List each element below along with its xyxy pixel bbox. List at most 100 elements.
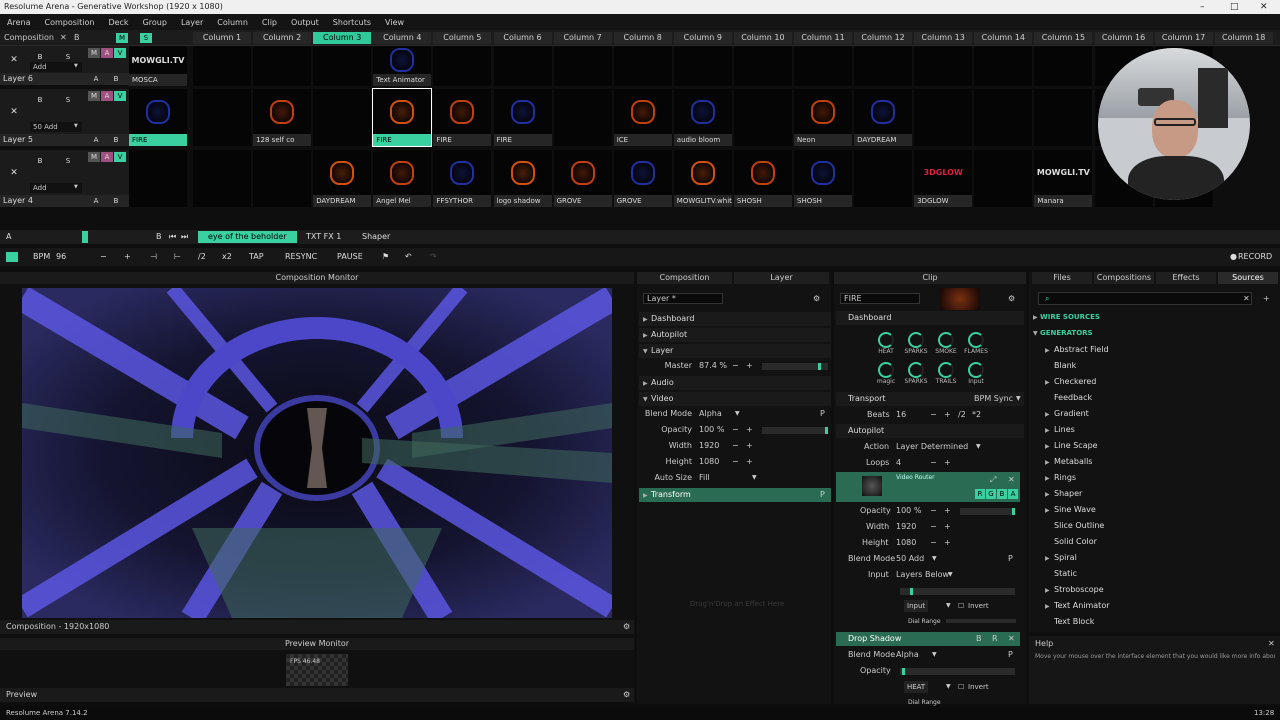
menu-composition[interactable]: Composition [37,18,101,27]
clip-slot[interactable]: FFSYTHOR [433,150,492,207]
beats-half-button[interactable]: /2 [958,409,966,421]
clip-slot[interactable]: SHOSH [794,150,852,207]
generators-header[interactable]: GENERATORS [1040,329,1093,337]
column-header-7[interactable]: Column 7 [553,32,612,44]
clip-slot[interactable] [733,46,792,86]
dashboard-knob-6[interactable] [908,362,924,378]
column-header-11[interactable]: Column 11 [794,32,852,44]
dashboard-knob-3[interactable] [938,332,954,348]
param-plus-button[interactable]: + [746,440,753,452]
help-close-icon[interactable]: ✕ [1268,638,1275,650]
clip-slot[interactable]: FIRE [433,89,492,146]
generator-expand-icon[interactable]: ▶ [1045,459,1050,466]
column-header-8[interactable]: Column 8 [613,32,672,44]
beats-double-button[interactable]: *2 [972,409,981,421]
clip-slot[interactable] [313,89,372,146]
generator-text-animator[interactable]: Text Animator [1054,600,1110,612]
bpm-value[interactable]: 96 [56,251,66,263]
generator-expand-icon[interactable]: ▶ [1045,347,1050,354]
router-channel-b[interactable]: B [997,489,1007,499]
router-invert-checkbox[interactable]: ☐ [958,600,964,612]
menu-output[interactable]: Output [284,18,326,27]
deck-tab-3[interactable]: Shaper [352,231,400,243]
layer-bypass-button[interactable]: B [34,52,46,62]
pause-button[interactable]: PAUSE [337,251,363,263]
clip-slot[interactable] [794,46,852,86]
clip-slot[interactable]: GROVE [613,150,672,207]
clip-slot[interactable]: FIRE [493,89,552,146]
menu-shortcuts[interactable]: Shortcuts [326,18,378,27]
composition-monitor-settings-icon[interactable]: ⚙ [623,621,630,633]
router-opacity-plus[interactable]: + [944,505,951,517]
sources-tab-effects[interactable]: Effects [1156,272,1216,284]
ds-invert-checkbox[interactable]: ☐ [958,681,964,693]
clip-slot[interactable]: DAYDREAM [313,150,372,207]
router-height-minus[interactable]: − [930,537,937,549]
param-plus-button[interactable]: + [746,360,753,372]
ds-heat-select[interactable]: HEAT [904,681,929,693]
beats-minus-button[interactable]: − [930,409,937,421]
layer-param-value[interactable]: 1080 [699,456,719,468]
param-minus-button[interactable]: − [732,456,739,468]
resync-button[interactable]: RESYNC [285,251,317,263]
generator-static[interactable]: Static [1054,568,1077,580]
clip-slot[interactable]: FIRE [372,88,433,147]
clip-slot[interactable] [1034,46,1093,86]
layer-section-layer[interactable]: Layer [639,344,831,358]
section-toggle-icon[interactable]: ▼ [643,348,648,355]
sources-tab-compositions[interactable]: Compositions [1094,272,1154,284]
ds-opacity-slider[interactable] [900,668,1015,675]
layer-deck-b[interactable]: B [110,74,122,84]
clip-slot[interactable] [253,46,312,86]
action-select[interactable]: Layer Determined [896,441,968,453]
menu-deck[interactable]: Deck [101,18,135,27]
layer-a-button[interactable]: A [101,152,113,162]
router-width-value[interactable]: 1920 [896,521,916,533]
layer-v-button[interactable]: V [114,91,126,101]
section-toggle-icon[interactable]: ▶ [643,380,648,387]
column-header-12[interactable]: Column 12 [854,32,913,44]
panel-tab-composition[interactable]: Composition [637,272,732,284]
composition-m-button[interactable]: M [116,33,128,43]
layer-section-dashboard[interactable]: Dashboard [639,312,831,326]
generator-expand-icon[interactable]: ▶ [1045,411,1050,418]
column-header-13[interactable]: Column 13 [914,32,973,44]
clip-slot[interactable]: Neon [794,89,852,146]
column-header-2[interactable]: Column 2 [253,32,312,44]
layer-a-button[interactable]: A [101,91,113,101]
redo-icon[interactable]: ↷ [430,251,437,263]
dashboard-knob-7[interactable] [938,362,954,378]
wire-sources-header[interactable]: WIRE SOURCES [1040,313,1100,321]
deck-tab-2[interactable]: TXT FX 1 [296,231,351,243]
router-height-value[interactable]: 1080 [896,537,916,549]
remove-effect-icon[interactable]: ✕ [1008,474,1015,486]
maximize-icon[interactable]: □ [1230,0,1239,14]
generator-stroboscope[interactable]: Stroboscope [1054,584,1104,596]
clip-slot[interactable]: logo shadow [493,150,552,207]
menu-clip[interactable]: Clip [255,18,284,27]
deck-b-button[interactable]: B [152,231,166,243]
clip-slot[interactable] [854,46,913,86]
generator-text-block[interactable]: Text Block [1054,616,1094,628]
clip-slot[interactable] [193,89,251,146]
layer-deck-a[interactable]: A [90,74,102,84]
layer-deck-b[interactable]: B [110,135,122,145]
layer-solo-button[interactable]: S [62,95,74,105]
layer-m-button[interactable]: M [88,152,100,162]
minimize-icon[interactable]: – [1200,0,1205,14]
layer-param-value[interactable]: 87.4 % [699,360,727,372]
close-icon[interactable]: ✕ [1260,0,1268,14]
clip-slot[interactable] [129,150,187,207]
router-input-slider[interactable] [900,588,1015,595]
menu-view[interactable]: View [378,18,411,27]
deck-a-button[interactable]: A [2,231,15,243]
generator-abstract-field[interactable]: Abstract Field [1054,344,1109,356]
clip-slot[interactable] [914,46,973,86]
clip-slot[interactable]: Text Animator [373,46,432,86]
composition-s-button[interactable]: S [140,33,152,43]
column-header-1[interactable]: Column 1 [193,32,251,44]
sources-search-input[interactable]: ⌕ ✕ [1038,292,1252,305]
param-plus-button[interactable]: + [746,456,753,468]
router-opacity-value[interactable]: 100 % [896,505,921,517]
deck-next-icon[interactable]: ⏭ [178,231,191,243]
